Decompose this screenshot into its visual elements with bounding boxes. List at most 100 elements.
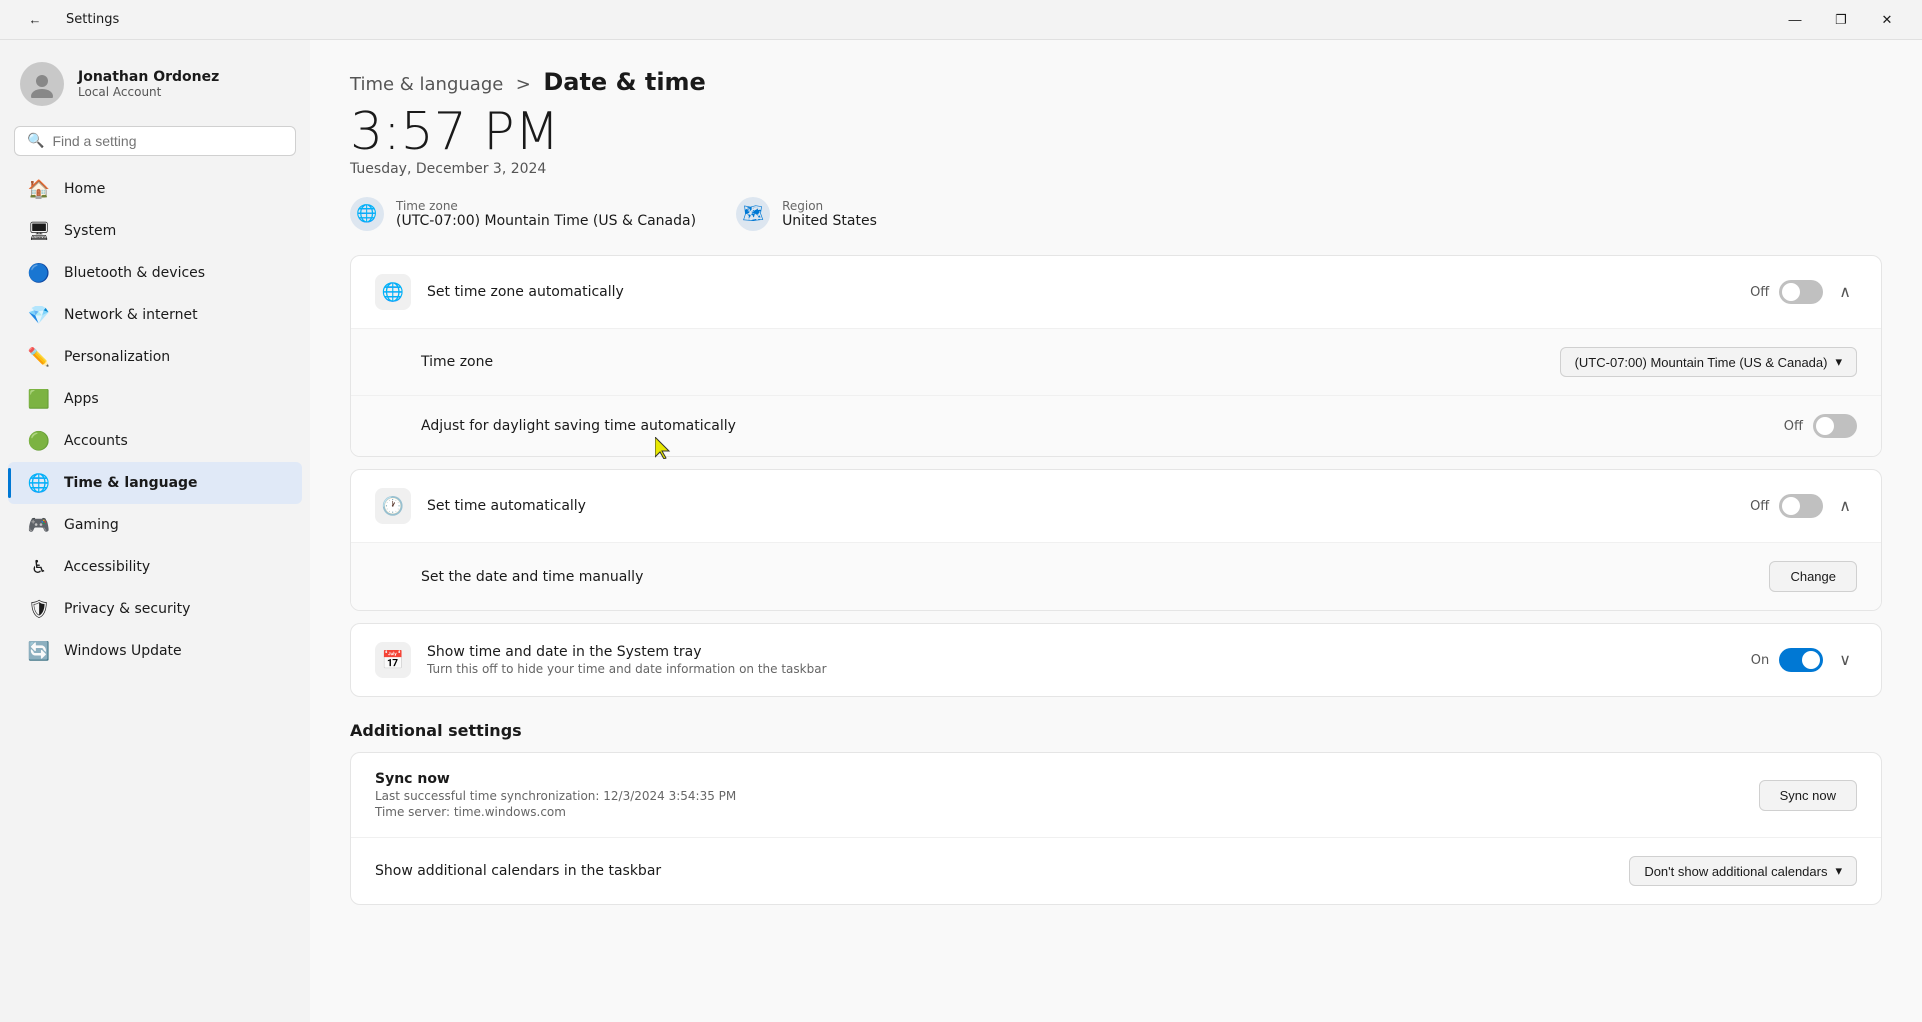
- system-tray-chevron[interactable]: ∨: [1833, 648, 1857, 672]
- calendars-label: Show additional calendars in the taskbar: [375, 863, 1613, 879]
- profile-sub: Local Account: [78, 85, 219, 99]
- region-label: Region: [782, 199, 877, 213]
- minimize-button[interactable]: —: [1772, 4, 1818, 36]
- set-time-auto-icon: 🕐: [375, 488, 411, 524]
- set-timezone-auto-row: 🌐 Set time zone automatically Off ∧: [351, 256, 1881, 329]
- app-container: Jonathan Ordonez Local Account 🔍 🏠 Home …: [0, 40, 1922, 1022]
- titlebar-left: ← Settings: [12, 4, 119, 36]
- profile-name: Jonathan Ordonez: [78, 69, 219, 85]
- set-time-auto-label: Set time automatically: [427, 498, 1734, 514]
- sidebar-item-gaming[interactable]: 🎮 Gaming: [8, 504, 302, 546]
- nav-label-privacy: Privacy & security: [64, 601, 190, 617]
- nav-label-gaming: Gaming: [64, 517, 119, 533]
- nav-icon-home: 🏠: [28, 178, 50, 200]
- nav-icon-update: 🔄: [28, 640, 50, 662]
- change-datetime-button[interactable]: Change: [1769, 561, 1857, 592]
- sidebar-item-personalization[interactable]: ✏️ Personalization: [8, 336, 302, 378]
- breadcrumb: Time & language > Date & time: [350, 68, 1882, 96]
- nav-icon-accounts: 🟢: [28, 430, 50, 452]
- sidebar-item-accessibility[interactable]: ♿ Accessibility: [8, 546, 302, 588]
- system-tray-label: Show time and date in the System tray: [427, 644, 1735, 660]
- timezone-row-label: Time zone: [421, 354, 1544, 370]
- timezone-label: Time zone: [396, 199, 696, 213]
- timezone-auto-chevron[interactable]: ∧: [1833, 280, 1857, 304]
- system-tray-control: On ∨: [1751, 648, 1857, 672]
- timezone-dropdown[interactable]: (UTC-07:00) Mountain Time (US & Canada) …: [1560, 347, 1857, 377]
- breadcrumb-parent: Time & language: [350, 74, 503, 95]
- timezone-dropdown-chevron: ▾: [1835, 354, 1842, 370]
- nav-icon-network: 💎: [28, 304, 50, 326]
- sidebar-item-home[interactable]: 🏠 Home: [8, 168, 302, 210]
- set-manual-control: Change: [1769, 561, 1857, 592]
- timezone-value: (UTC-07:00) Mountain Time (US & Canada): [396, 213, 696, 229]
- search-box[interactable]: 🔍: [14, 126, 296, 156]
- set-time-auto-chevron[interactable]: ∧: [1833, 494, 1857, 518]
- system-tray-card: 📅 Show time and date in the System tray …: [350, 623, 1882, 697]
- sync-info: Sync now Last successful time synchroniz…: [375, 771, 1743, 819]
- sidebar-profile[interactable]: Jonathan Ordonez Local Account: [0, 52, 310, 126]
- nav-label-network: Network & internet: [64, 307, 198, 323]
- close-button[interactable]: ✕: [1864, 4, 1910, 36]
- timezone-meta: 🌐 Time zone (UTC-07:00) Mountain Time (U…: [350, 197, 696, 231]
- sidebar-item-network[interactable]: 💎 Network & internet: [8, 294, 302, 336]
- system-tray-icon: 📅: [375, 642, 411, 678]
- sync-now-button[interactable]: Sync now: [1759, 780, 1857, 811]
- back-button[interactable]: ←: [12, 4, 58, 36]
- sidebar-item-update[interactable]: 🔄 Windows Update: [8, 630, 302, 672]
- nav-icon-bluetooth: 🔵: [28, 262, 50, 284]
- calendars-row: Show additional calendars in the taskbar…: [351, 838, 1881, 904]
- sync-title: Sync now: [375, 771, 1743, 787]
- search-icon: 🔍: [27, 133, 44, 149]
- nav-label-apps: Apps: [64, 391, 99, 407]
- sidebar-item-apps[interactable]: 🟩 Apps: [8, 378, 302, 420]
- nav-icon-time: 🌐: [28, 472, 50, 494]
- region-meta: 🗺 Region United States: [736, 197, 877, 231]
- set-timezone-auto-label: Set time zone automatically: [427, 284, 1734, 300]
- sidebar-item-accounts[interactable]: 🟢 Accounts: [8, 420, 302, 462]
- set-manual-row: Set the date and time manually Change: [351, 543, 1881, 610]
- region-meta-icon: 🗺: [736, 197, 770, 231]
- nav-icon-accessibility: ♿: [28, 556, 50, 578]
- system-tray-row: 📅 Show time and date in the System tray …: [351, 624, 1881, 696]
- sidebar-item-bluetooth[interactable]: 🔵 Bluetooth & devices: [8, 252, 302, 294]
- nav-label-update: Windows Update: [64, 643, 182, 659]
- timezone-auto-toggle[interactable]: [1779, 280, 1823, 304]
- daylight-toggle[interactable]: [1813, 414, 1857, 438]
- nav-list: 🏠 Home 🖥 System 🔵 Bluetooth & devices 💎 …: [0, 168, 310, 672]
- maximize-button[interactable]: ❐: [1818, 4, 1864, 36]
- calendars-dropdown-chevron: ▾: [1835, 863, 1842, 879]
- set-time-auto-control: Off ∧: [1750, 494, 1857, 518]
- region-meta-info: Region United States: [782, 199, 877, 229]
- system-tray-toggle[interactable]: [1779, 648, 1823, 672]
- search-input[interactable]: [52, 133, 283, 149]
- nav-icon-system: 🖥: [28, 220, 50, 242]
- system-tray-toggle-label: On: [1751, 653, 1769, 668]
- breadcrumb-current: Date & time: [543, 68, 706, 96]
- sync-server: Time server: time.windows.com: [375, 805, 1743, 819]
- calendars-dropdown-value: Don't show additional calendars: [1644, 864, 1827, 879]
- nav-label-bluetooth: Bluetooth & devices: [64, 265, 205, 281]
- set-time-auto-toggle[interactable]: [1779, 494, 1823, 518]
- set-time-auto-row: 🕐 Set time automatically Off ∧: [351, 470, 1881, 543]
- sidebar-item-system[interactable]: 🖥 System: [8, 210, 302, 252]
- timezone-row-control: (UTC-07:00) Mountain Time (US & Canada) …: [1560, 347, 1857, 377]
- titlebar-title: Settings: [66, 12, 119, 27]
- sidebar: Jonathan Ordonez Local Account 🔍 🏠 Home …: [0, 40, 310, 1022]
- main-panel: Time & language > Date & time 3:57 PM Tu…: [310, 40, 1922, 1022]
- sidebar-item-privacy[interactable]: 🛡 Privacy & security: [8, 588, 302, 630]
- daylight-control: Off: [1784, 414, 1857, 438]
- daylight-toggle-label: Off: [1784, 419, 1803, 434]
- additional-settings-heading: Additional settings: [350, 721, 1882, 740]
- nav-icon-gaming: 🎮: [28, 514, 50, 536]
- nav-label-system: System: [64, 223, 116, 239]
- sidebar-item-time[interactable]: 🌐 Time & language: [8, 462, 302, 504]
- sync-last: Last successful time synchronization: 12…: [375, 789, 1743, 803]
- calendars-dropdown[interactable]: Don't show additional calendars ▾: [1629, 856, 1857, 886]
- timezone-auto-toggle-label: Off: [1750, 285, 1769, 300]
- breadcrumb-sep: >: [516, 74, 531, 95]
- sync-row: Sync now Last successful time synchroniz…: [351, 753, 1881, 838]
- timezone-row: Time zone (UTC-07:00) Mountain Time (US …: [351, 329, 1881, 396]
- set-manual-label: Set the date and time manually: [421, 569, 1753, 585]
- current-date: Tuesday, December 3, 2024: [350, 161, 1882, 177]
- nav-label-accessibility: Accessibility: [64, 559, 150, 575]
